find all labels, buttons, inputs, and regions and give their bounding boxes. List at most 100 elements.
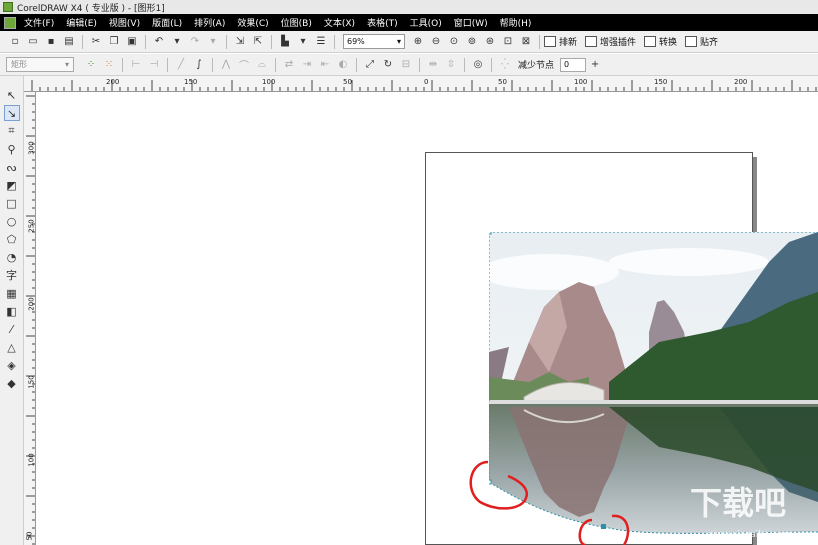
menu-bitmaps[interactable]: 位图(B) <box>281 16 312 29</box>
grid-icon <box>685 36 698 47</box>
menu-edit[interactable]: 编辑(E) <box>66 16 97 29</box>
pick-tool-icon[interactable]: ↖ <box>4 87 20 103</box>
copy-icon[interactable]: ❐ <box>107 35 121 49</box>
menu-table[interactable]: 表格(T) <box>367 16 398 29</box>
coreldraw-app-icon <box>3 2 13 12</box>
interactive-fill-tool-icon[interactable]: ◆ <box>4 375 20 391</box>
zoom-out-icon[interactable]: ⊖ <box>429 35 443 49</box>
menu-view[interactable]: 视图(V) <box>109 16 140 29</box>
vertical-ruler: 300 250 200 150 100 50 <box>24 92 36 545</box>
snap-dock-button[interactable]: 贴齐 <box>685 35 718 48</box>
redo-dropdown-icon[interactable]: ▾ <box>206 35 220 49</box>
zoom-height-icon[interactable]: ⊠ <box>519 35 533 49</box>
menu-file[interactable]: 文件(F) <box>24 16 54 29</box>
fill-tool-icon[interactable]: ◈ <box>4 357 20 373</box>
mirror-vertical-icon[interactable]: ⇳ <box>444 58 458 72</box>
text-tool-icon[interactable]: 字 <box>4 267 20 283</box>
document-icon[interactable] <box>4 16 16 29</box>
welcome-screen-icon[interactable]: ☰ <box>314 35 328 49</box>
watermark-logo: 下载吧 <box>690 484 787 522</box>
convert-dock-button[interactable]: 转换 <box>644 35 677 48</box>
toolbar-separator <box>491 57 492 72</box>
node-handle[interactable] <box>489 479 492 485</box>
coreldraw-window: CorelDRAW X4 ( 专业版 ) - [图形1] 文件(F) 编辑(E)… <box>0 0 818 545</box>
stretch-nodes-icon[interactable]: ⤢ <box>363 58 377 72</box>
zoom-page-icon[interactable]: ⊛ <box>483 35 497 49</box>
import-icon[interactable]: ⇲ <box>233 35 247 49</box>
interactive-blend-tool-icon[interactable]: ◧ <box>4 303 20 319</box>
rotate-nodes-icon[interactable]: ↻ <box>381 58 395 72</box>
node-handle[interactable] <box>489 232 492 235</box>
mirror-horizontal-icon[interactable]: ⇹ <box>426 58 440 72</box>
convert-to-line-icon[interactable]: ╱ <box>174 58 188 72</box>
auto-close-icon[interactable]: ◐ <box>336 58 350 72</box>
curve-smoothness-input[interactable]: 0 <box>560 57 587 72</box>
window-title: CorelDRAW X4 ( 专业版 ) - [图形1] <box>17 3 165 14</box>
plugins-dock-button[interactable]: 增强插件 <box>585 35 636 48</box>
select-all-nodes-icon[interactable]: ⁛ <box>498 58 512 72</box>
toolbar-separator <box>82 34 83 49</box>
cut-icon[interactable]: ✂ <box>89 35 103 49</box>
export-icon[interactable]: ⇱ <box>251 35 265 49</box>
node-handle-selected[interactable] <box>601 524 606 529</box>
shape-type-select[interactable]: 矩形 ▾ <box>6 57 74 72</box>
extract-subpath-icon[interactable]: ⇤ <box>318 58 332 72</box>
zoom-width-icon[interactable]: ⊡ <box>501 35 515 49</box>
undo-dropdown-icon[interactable]: ▾ <box>170 35 184 49</box>
menu-tools[interactable]: 工具(O) <box>410 16 442 29</box>
break-curve-icon[interactable]: ⊣ <box>147 58 161 72</box>
rectangle-tool-icon[interactable]: □ <box>4 195 20 211</box>
outline-tool-icon[interactable]: △ <box>4 339 20 355</box>
smart-fill-tool-icon[interactable]: ◩ <box>4 177 20 193</box>
menu-help[interactable]: 帮助(H) <box>500 16 532 29</box>
save-icon[interactable]: ▪ <box>44 35 58 49</box>
new-icon[interactable]: ▫ <box>8 35 22 49</box>
zoom-in-icon[interactable]: ⊕ <box>411 35 425 49</box>
application-launcher-icon[interactable]: ▙ <box>278 35 292 49</box>
reverse-direction-icon[interactable]: ⇄ <box>282 58 296 72</box>
toolbar-separator <box>122 57 123 72</box>
join-nodes-icon[interactable]: ⊢ <box>129 58 143 72</box>
menu-effects[interactable]: 效果(C) <box>237 16 268 29</box>
zoom-level-select[interactable]: 69% ▾ <box>343 34 405 49</box>
smooth-node-icon[interactable]: ⌒ <box>237 58 251 72</box>
zoom-tool-icon[interactable]: ⚲ <box>4 141 20 157</box>
menu-layout[interactable]: 版面(L) <box>152 16 182 29</box>
toolbar-separator <box>212 57 213 72</box>
elastic-mode-icon[interactable]: ◎ <box>471 58 485 72</box>
polygon-tool-icon[interactable]: ⬠ <box>4 231 20 247</box>
menu-text[interactable]: 文本(X) <box>324 16 355 29</box>
delete-node-icon[interactable]: ⁙ <box>102 58 116 72</box>
convert-to-curve-icon[interactable]: ∫ <box>192 58 206 72</box>
basic-shapes-tool-icon[interactable]: ◔ <box>4 249 20 265</box>
eyedropper-tool-icon[interactable]: ⁄ <box>4 321 20 337</box>
convert-dock-label: 转换 <box>659 38 678 48</box>
crop-tool-icon[interactable]: ⌗ <box>4 123 20 139</box>
zoom-level-value: 69% <box>347 37 365 46</box>
ruler-label: 150 <box>27 375 36 389</box>
add-node-icon[interactable]: ⁘ <box>84 58 98 72</box>
shape-tool-icon[interactable]: ↘ <box>3 105 20 121</box>
undo-icon[interactable]: ↶ <box>152 35 166 49</box>
ellipse-tool-icon[interactable]: ○ <box>4 213 20 229</box>
paste-icon[interactable]: ▣ <box>125 35 139 49</box>
zoom-selected-icon[interactable]: ⊙ <box>447 35 461 49</box>
cusp-node-icon[interactable]: ⋀ <box>219 58 233 72</box>
open-icon[interactable]: ▭ <box>26 35 40 49</box>
print-icon[interactable]: ▤ <box>62 35 76 49</box>
slider-icon[interactable]: + <box>588 58 602 72</box>
toolbar-separator <box>226 34 227 49</box>
table-tool-icon[interactable]: ▦ <box>4 285 20 301</box>
extend-curve-icon[interactable]: ⇥ <box>300 58 314 72</box>
redo-icon[interactable]: ↷ <box>188 35 202 49</box>
chevron-down-icon: ▾ <box>396 37 401 46</box>
freehand-tool-icon[interactable]: ᔓ <box>4 159 20 175</box>
arrange-dock-button[interactable]: 排新 <box>544 35 577 48</box>
menu-window[interactable]: 窗口(W) <box>454 16 488 29</box>
align-nodes-icon[interactable]: ⊟ <box>399 58 413 72</box>
standard-toolbar: ▫ ▭ ▪ ▤ ✂ ❐ ▣ ↶ ▾ ↷ ▾ ⇲ ⇱ ▙ ▾ ☰ 69% ▾ ⊕ … <box>0 31 818 53</box>
symmetrical-node-icon[interactable]: ⌓ <box>255 58 269 72</box>
menu-arrange[interactable]: 排列(A) <box>194 16 225 29</box>
launcher-dropdown-icon[interactable]: ▾ <box>296 35 310 49</box>
zoom-all-objects-icon[interactable]: ⊚ <box>465 35 479 49</box>
